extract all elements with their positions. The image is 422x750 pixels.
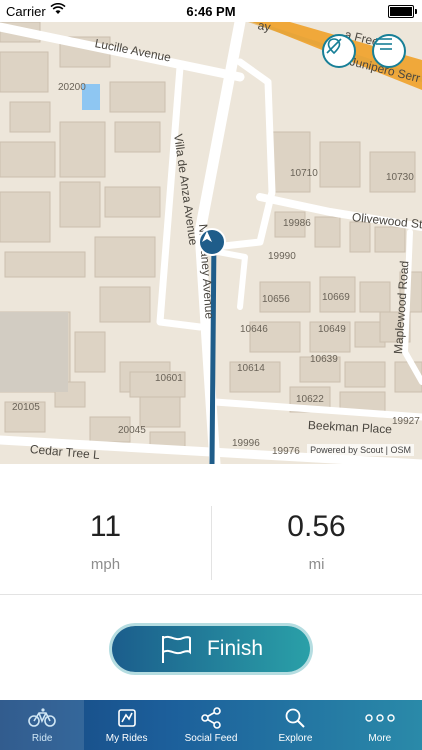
- location-toggle-button[interactable]: [322, 34, 356, 68]
- share-icon: [200, 706, 222, 730]
- address-label: 19986: [283, 218, 311, 229]
- status-time: 6:46 PM: [186, 4, 236, 19]
- address-label: 10601: [155, 373, 183, 384]
- ride-stats: 11 mph 0.56 mi: [0, 464, 422, 595]
- distance-value: 0.56: [287, 510, 346, 543]
- tab-label: More: [368, 733, 392, 744]
- search-icon: [284, 706, 306, 730]
- address-label: 10646: [240, 324, 268, 335]
- address-label: 10614: [237, 363, 265, 374]
- speed-unit: mph: [90, 556, 121, 573]
- my-rides-icon: [116, 706, 138, 730]
- address-label: 10639: [310, 354, 338, 365]
- tab-my-rides[interactable]: My Rides: [84, 700, 168, 750]
- address-label: 20105: [12, 402, 40, 413]
- address-label: 20045: [118, 425, 146, 436]
- tab-social-feed[interactable]: Social Feed: [169, 700, 253, 750]
- address-label: 19990: [268, 251, 296, 262]
- address-label: 10649: [318, 324, 346, 335]
- ride-map[interactable]: Lucille Avenue Villa de Anza Avenue N. B…: [0, 22, 422, 464]
- distance-unit: mi: [308, 556, 325, 573]
- speed-stat: 11 mph: [0, 464, 211, 594]
- tab-ride[interactable]: Ride: [0, 700, 85, 750]
- address-label: 10669: [322, 292, 350, 303]
- bicycle-icon: [28, 706, 57, 730]
- address-label: 10622: [296, 394, 324, 405]
- tab-more[interactable]: More: [338, 700, 422, 750]
- status-bar: Carrier 6:46 PM: [0, 0, 422, 22]
- map-attribution[interactable]: Powered by Scout | OSM: [307, 444, 414, 456]
- address-label: 20200: [58, 82, 86, 93]
- address-label: 19927: [392, 416, 420, 427]
- finish-button[interactable]: Finish: [112, 626, 310, 672]
- tab-label: Social Feed: [184, 733, 238, 744]
- tab-label: My Rides: [105, 733, 148, 744]
- tab-explore[interactable]: Explore: [253, 700, 337, 750]
- tab-bar: Ride My Rides Social Feed Explore More: [0, 700, 422, 750]
- street-label: ay: [256, 22, 272, 35]
- current-location-marker: [198, 228, 226, 256]
- address-label: 19976: [272, 446, 300, 457]
- tab-label: Ride: [31, 733, 53, 744]
- battery-icon: [388, 5, 417, 18]
- speed-value: 11: [89, 510, 122, 543]
- finish-label: Finish: [206, 637, 264, 660]
- address-label: 19996: [232, 438, 260, 449]
- distance-stat: 0.56 mi: [211, 464, 422, 594]
- more-icon: [365, 706, 395, 730]
- address-label: 10656: [262, 294, 290, 305]
- flag-icon: [159, 634, 193, 664]
- address-label: 10730: [386, 172, 414, 183]
- address-label: 10710: [290, 168, 318, 179]
- tab-label: Explore: [278, 733, 313, 744]
- map-menu-button[interactable]: [372, 34, 406, 68]
